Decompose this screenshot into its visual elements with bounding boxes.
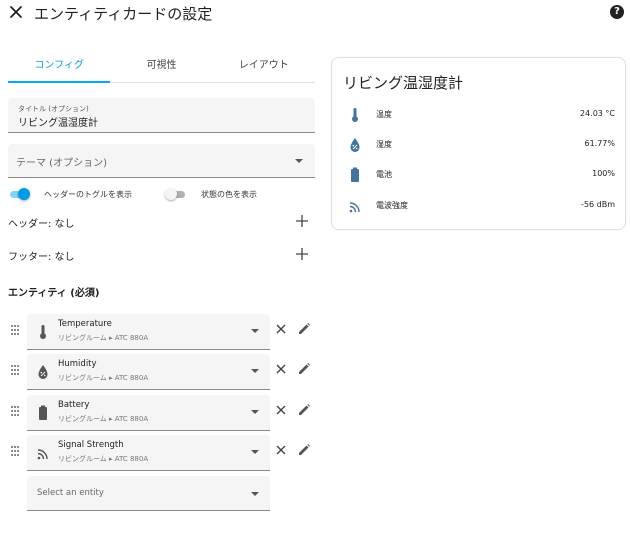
header-label: ヘッダー: なし [8, 219, 75, 230]
dialog-title: エンティティカードの設定 [34, 5, 213, 23]
chevron-down-icon [295, 159, 303, 163]
card-row-name: 湿度 [376, 140, 392, 149]
entity-picker-humidity[interactable]: Humidity リビングルーム ▸ ATC 880A [27, 354, 270, 390]
entity-picker-signal-strength[interactable]: Signal Strength リビングルーム ▸ ATC 880A [27, 435, 270, 471]
theme-select[interactable]: テーマ (オプション) [8, 144, 315, 178]
chevron-down-icon [251, 329, 259, 333]
card-row-name: 温度 [376, 110, 392, 119]
card-row-value: 100% [592, 169, 615, 178]
card-row-battery[interactable]: 電池 100% [331, 166, 626, 184]
chevron-down-icon [251, 410, 259, 414]
entity-row: Humidity リビングルーム ▸ ATC 880A [8, 354, 315, 390]
card-row-name: 電波強度 [376, 201, 408, 210]
tab-config[interactable]: コンフィグ [8, 52, 111, 83]
card-row-temperature[interactable]: 温度 24.03 °C [331, 106, 626, 124]
edit-pencil-icon[interactable] [297, 403, 311, 417]
theme-select-placeholder: テーマ (オプション) [16, 158, 107, 169]
entity-row: Temperature リビングルーム ▸ ATC 880A [8, 314, 315, 350]
card-row-value: 61.77% [584, 139, 615, 148]
entity-device: リビングルーム ▸ ATC 880A [58, 334, 149, 342]
battery-icon [351, 167, 359, 182]
drag-handle-icon[interactable] [10, 324, 20, 336]
remove-entity-close-icon[interactable] [275, 444, 287, 456]
battery-icon [39, 405, 47, 420]
state-color-toggle[interactable] [165, 188, 187, 200]
header-row: ヘッダー: なし [8, 212, 315, 232]
help-icon[interactable]: ? [610, 5, 624, 19]
entity-name: Battery [58, 400, 90, 410]
toggle-state-color-row: 状態の色を表示 [165, 186, 257, 202]
wifi-signal-icon [349, 202, 360, 213]
drag-handle-icon[interactable] [10, 364, 20, 376]
tab-layout[interactable]: レイアウト [213, 52, 315, 82]
select-entity-placeholder: Select an entity [37, 488, 104, 498]
footer-row: フッター: なし [8, 245, 315, 265]
title-field-value[interactable]: リビング温湿度計 [18, 114, 98, 129]
chevron-down-icon [251, 450, 259, 454]
title-field-label: タイトル (オプション) [18, 105, 89, 113]
add-header-plus-icon[interactable] [295, 214, 309, 228]
entity-device: リビングルーム ▸ ATC 880A [58, 455, 149, 463]
entity-name: Temperature [58, 319, 112, 329]
water-percent-icon [350, 138, 360, 152]
wifi-signal-icon [37, 449, 48, 460]
add-footer-plus-icon[interactable] [295, 247, 309, 261]
close-icon[interactable] [8, 4, 24, 20]
entity-row: Battery リビングルーム ▸ ATC 880A [8, 395, 315, 431]
drag-handle-icon[interactable] [10, 405, 20, 417]
remove-entity-close-icon[interactable] [275, 323, 287, 335]
card-row-value: 24.03 °C [579, 109, 615, 118]
card-row-name: 電池 [376, 170, 392, 179]
card-row-humidity[interactable]: 湿度 61.77% [331, 136, 626, 154]
chevron-down-icon [251, 369, 259, 373]
remove-entity-close-icon[interactable] [275, 363, 287, 375]
select-entity-picker[interactable]: Select an entity [27, 476, 270, 511]
edit-pencil-icon[interactable] [297, 362, 311, 376]
entity-name: Signal Strength [58, 440, 124, 450]
entity-picker-battery[interactable]: Battery リビングルーム ▸ ATC 880A [27, 395, 270, 431]
water-percent-icon [38, 365, 48, 379]
show-header-toggle[interactable] [8, 188, 30, 200]
dialog-header: エンティティカードの設定 ? [0, 0, 630, 26]
entity-picker-temperature[interactable]: Temperature リビングルーム ▸ ATC 880A [27, 314, 270, 350]
entity-name: Humidity [58, 359, 97, 369]
footer-label: フッター: なし [8, 252, 75, 263]
entity-row: Signal Strength リビングルーム ▸ ATC 880A [8, 435, 315, 471]
tab-bar: コンフィグ 可視性 レイアウト [8, 52, 315, 83]
state-color-toggle-label: 状態の色を表示 [201, 189, 257, 199]
tab-visibility[interactable]: 可視性 [110, 52, 212, 82]
card-row-signal-strength[interactable]: 電波強度 -56 dBm [331, 197, 626, 215]
remove-entity-close-icon[interactable] [275, 404, 287, 416]
show-header-toggle-label: ヘッダーのトグルを表示 [44, 189, 132, 199]
thermometer-icon [40, 325, 46, 339]
entity-device: リビングルーム ▸ ATC 880A [58, 374, 149, 382]
card-row-value: -56 dBm [581, 200, 615, 209]
title-field[interactable]: タイトル (オプション) リビング温湿度計 [8, 98, 315, 133]
thermometer-icon [352, 108, 358, 122]
entity-device: リビングルーム ▸ ATC 880A [58, 415, 149, 423]
entities-heading: エンティティ (必須) [8, 288, 100, 299]
drag-handle-icon[interactable] [10, 445, 20, 457]
edit-pencil-icon[interactable] [297, 443, 311, 457]
card-title: リビング温湿度計 [343, 74, 464, 92]
chevron-down-icon [251, 492, 259, 496]
edit-pencil-icon[interactable] [297, 322, 311, 336]
toggle-header-row: ヘッダーのトグルを表示 [8, 186, 132, 202]
